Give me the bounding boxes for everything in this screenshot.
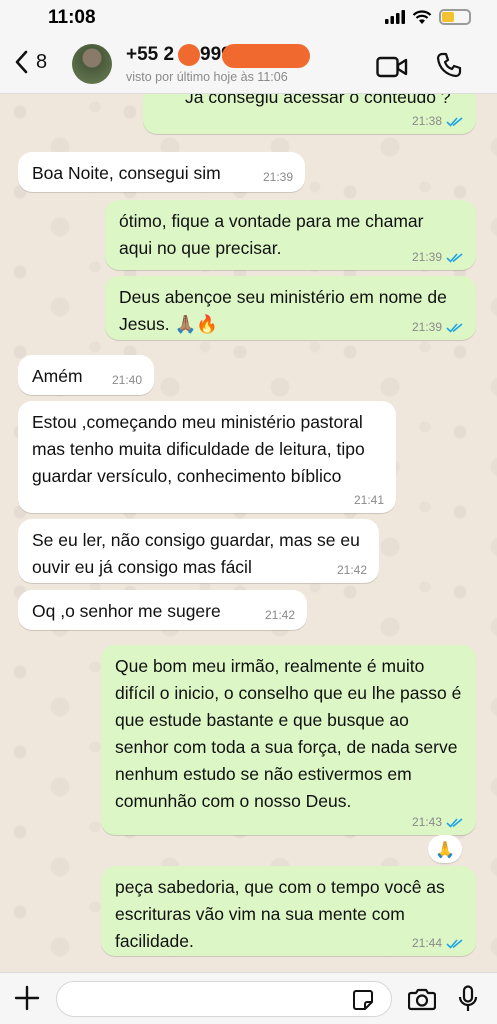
message-time: 21:42 <box>264 608 295 622</box>
chevron-left-icon <box>15 50 28 74</box>
microphone-button[interactable] <box>458 985 478 1018</box>
message-text: ótimo, fique a vontade para me chamar aq… <box>119 211 424 258</box>
message-text: Amém <box>32 366 83 386</box>
message-text: Que bom meu irmão, realmente é muito dif… <box>115 656 462 811</box>
message-time: 21:39 <box>262 170 293 184</box>
message-meta: 21:41 <box>354 493 384 507</box>
back-button[interactable]: 8 <box>14 50 47 74</box>
battery-icon <box>439 9 471 25</box>
message-bubble[interactable]: peça sabedoria, que com o tempo você as … <box>101 866 476 956</box>
message-meta: 21:38 <box>412 114 464 128</box>
read-receipt-icon <box>446 938 463 949</box>
message-bubble[interactable]: Deus abençoe seu ministério em nome de J… <box>105 276 476 340</box>
sticker-button[interactable] <box>352 989 374 1016</box>
message-bubble[interactable]: Boa Noite, consegui sim 21:39 <box>18 152 305 192</box>
voice-call-button[interactable] <box>436 52 462 83</box>
read-receipt-icon <box>446 252 463 263</box>
message-time: 21:42 <box>336 563 367 577</box>
redaction-mark <box>178 44 200 66</box>
message-text: Boa Noite, consegui sim <box>32 163 221 183</box>
message-meta: 21:39 <box>263 170 293 184</box>
message-time: 21:44 <box>411 936 442 950</box>
video-camera-icon <box>376 56 408 78</box>
plus-icon <box>14 985 40 1011</box>
message-meta: 21:40 <box>112 373 142 387</box>
status-time: 11:08 <box>48 7 96 28</box>
attach-button[interactable] <box>14 985 40 1016</box>
message-text: Oq ,o senhor me sugere <box>32 601 221 621</box>
unread-count: 8 <box>36 50 48 73</box>
video-call-button[interactable] <box>376 56 408 83</box>
battery-level <box>442 12 454 22</box>
camera-icon <box>407 988 437 1011</box>
message-meta: 21:39 <box>412 250 464 264</box>
message-time: 21:39 <box>411 320 442 334</box>
status-bar: 11:08 <box>0 0 497 38</box>
message-input[interactable] <box>56 981 392 1017</box>
signal-icon <box>385 10 405 24</box>
message-bubble[interactable]: Se eu ler, não consigo guardar, mas se e… <box>18 519 379 583</box>
wifi-icon <box>412 9 432 24</box>
contact-status: visto por último hoje às 11:06 <box>126 70 288 84</box>
contact-name[interactable]: +55 2 <box>126 44 174 66</box>
microphone-icon <box>458 985 478 1011</box>
message-bubble[interactable]: Amém 21:40 <box>18 355 154 395</box>
message-bubble[interactable]: Estou ,começando meu ministério pastoral… <box>18 401 396 513</box>
read-receipt-icon <box>446 322 463 333</box>
message-meta: 21:39 <box>412 320 464 334</box>
read-receipt-icon <box>446 817 463 828</box>
message-text: Estou ,começando meu ministério pastoral… <box>32 412 365 486</box>
phone-icon <box>436 52 462 78</box>
message-meta: 21:43 <box>412 815 464 829</box>
message-reaction[interactable]: 🙏 <box>428 835 462 863</box>
message-meta: 21:42 <box>337 563 367 577</box>
message-meta: 21:42 <box>265 608 295 622</box>
status-icons <box>385 9 471 25</box>
message-time: 21:41 <box>353 493 384 507</box>
avatar[interactable] <box>72 44 112 84</box>
message-composer <box>0 972 497 1024</box>
praying-hands-icon: 🙏 <box>435 839 455 859</box>
sticker-icon <box>353 990 373 1010</box>
message-time: 21:39 <box>411 250 442 264</box>
message-bubble[interactable]: Que bom meu irmão, realmente é muito dif… <box>101 645 476 835</box>
message-time: 21:40 <box>111 373 142 387</box>
chat-header: 8 +55 2 999 visto por último hoje às 11:… <box>0 38 497 94</box>
read-receipt-icon <box>446 116 463 127</box>
message-time: 21:38 <box>411 114 442 128</box>
message-bubble[interactable]: ótimo, fique a vontade para me chamar aq… <box>105 200 476 270</box>
message-time: 21:43 <box>411 815 442 829</box>
message-bubble[interactable]: Oq ,o senhor me sugere 21:42 <box>18 590 307 630</box>
camera-button[interactable] <box>407 987 437 1016</box>
message-text: Se eu ler, não consigo guardar, mas se e… <box>32 530 360 577</box>
redaction-mark <box>222 44 310 68</box>
message-meta: 21:44 <box>412 936 464 950</box>
